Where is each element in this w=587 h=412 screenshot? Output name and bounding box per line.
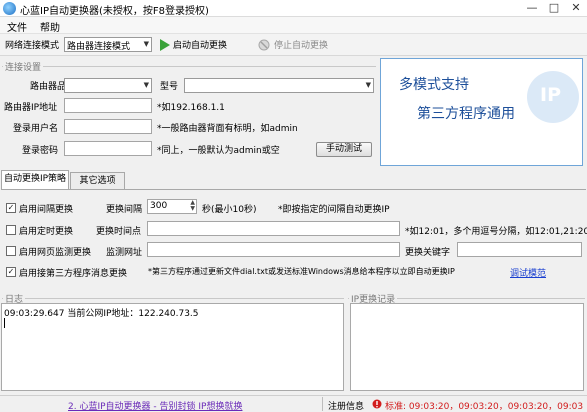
keyword-label: 更换关键字 (405, 248, 451, 258)
third-party-check-label: 启用接第三方程序消息更换 (19, 269, 128, 279)
log-line: 09:03:29.647 当前公网IP地址：122.240.73.5 (4, 309, 199, 319)
interval-value: 300 (150, 201, 168, 211)
web-monitor-checkbox[interactable] (6, 246, 16, 256)
timed-label: 更换时间点 (96, 227, 142, 237)
router-ip-input[interactable] (64, 98, 152, 113)
web-monitor-label: 监测网址 (106, 248, 143, 258)
start-button-label: 启动自动更换 (173, 41, 228, 51)
web-monitor-input[interactable] (147, 242, 400, 257)
timed-checkbox[interactable] (6, 225, 16, 235)
minimize-icon[interactable]: — (524, 1, 540, 15)
app-logo-icon (3, 2, 16, 15)
stop-button[interactable]: 停止自动更换 (258, 37, 338, 53)
example-link[interactable]: 调试模范 (510, 266, 546, 279)
ip-watermark-text: IP (540, 84, 561, 106)
title-bar: 心蓝IP自动更换器(未授权，按F8登录授权) — □ ✕ (0, 0, 587, 17)
timed-check-label: 启用定时更换 (19, 227, 74, 237)
ad-banner[interactable]: 多模式支持 第三方程序通用 IP (380, 58, 583, 166)
menu-file[interactable]: 文件 (7, 19, 27, 34)
status-bar: 2. 心蓝IP自动更换器 - 告别封锁 IP想换就换 注册信息 标准: 09:0… (0, 395, 587, 412)
connection-group-title: 连接设置 (3, 60, 44, 73)
text-caret (4, 318, 5, 328)
username-input[interactable] (64, 119, 152, 134)
info-icon (372, 399, 382, 409)
ip-records-list[interactable] (350, 303, 584, 391)
stop-button-label: 停止自动更换 (274, 41, 329, 51)
chevron-down-icon: ▼ (143, 81, 149, 89)
tab-divider (1, 189, 586, 190)
model-select[interactable]: ▼ (184, 78, 374, 93)
timed-hint: *如12:01，多个用逗号分隔，如12:01,21:20 (405, 227, 587, 237)
mode-label: 网络连接模式 (5, 41, 60, 51)
toolbar: 网络连接模式 路由器连接模式 ▼ 启动自动更换 停止自动更换 (0, 34, 587, 56)
router-ip-hint: *如192.168.1.1 (157, 103, 225, 113)
window-title: 心蓝IP自动更换器(未授权，按F8登录授权) (20, 6, 209, 17)
close-icon[interactable]: ✕ (568, 1, 584, 15)
password-input[interactable] (64, 141, 152, 156)
third-party-checkbox[interactable]: ✓ (6, 267, 16, 277)
web-monitor-check-label: 启用网页监测更换 (19, 248, 92, 258)
password-label: 登录密码 (22, 146, 59, 156)
status-divider (322, 397, 323, 411)
start-button[interactable]: 启动自动更换 (158, 37, 238, 53)
router-ip-label: 路由器IP地址 (4, 103, 58, 113)
play-icon (160, 39, 170, 51)
interval-hint: *即按指定的间隔自动更换IP (278, 205, 390, 215)
connection-group-border (2, 66, 376, 67)
brand-select[interactable]: ▼ (64, 78, 152, 93)
interval-unit: 秒(最小10秒) (202, 205, 257, 215)
status-info-text: 标准: 09:03:20，09:03:20，09:03:20，09:03:20 (385, 402, 583, 412)
interval-checkbox[interactable]: ✓ (6, 203, 16, 213)
third-party-hint: *第三方程序通过更新文件dial.txt或发送标准Windows消息给本程序以立… (148, 267, 455, 276)
log-group-border (2, 298, 344, 299)
tab-auto-strategy[interactable]: 自动更换IP策略 (1, 170, 69, 189)
promo-link[interactable]: 2. 心蓝IP自动更换器 - 告别封锁 IP想换就换 (68, 399, 242, 412)
keyword-input[interactable] (457, 242, 582, 257)
chevron-down-icon: ▼ (143, 40, 149, 48)
ad-line-1: 多模式支持 (399, 77, 469, 93)
model-label: 型号 (160, 82, 179, 92)
timed-input[interactable] (147, 221, 400, 236)
manual-test-button[interactable]: 手动测试 (316, 142, 372, 157)
username-hint: *一般路由器背面有标明，如admin (157, 124, 298, 134)
interval-input[interactable]: 300 ▲ ▼ (147, 199, 197, 214)
interval-label: 更换间隔 (106, 205, 143, 215)
chevron-down-icon: ▼ (365, 81, 371, 89)
password-hint: *同上，一般默认为admin或空 (157, 146, 280, 156)
ip-watermark-icon: IP (527, 71, 579, 123)
registration-label[interactable]: 注册信息 (328, 399, 364, 412)
username-label: 登录用户名 (13, 124, 59, 134)
mode-select-value: 路由器连接模式 (67, 42, 131, 52)
ad-line-2: 第三方程序通用 (417, 106, 515, 122)
maximize-icon[interactable]: □ (546, 1, 562, 15)
menu-help[interactable]: 帮助 (40, 19, 60, 34)
log-textarea[interactable]: 09:03:29.647 当前公网IP地址：122.240.73.5 (1, 303, 344, 391)
tab-other-options[interactable]: 其它选项 (70, 172, 125, 189)
interval-check-label: 启用间隔更换 (19, 205, 74, 215)
menu-bar: 文件 帮助 (0, 17, 587, 34)
spinner-arrows-icon[interactable]: ▲ ▼ (190, 200, 195, 212)
stop-icon (258, 39, 270, 51)
mode-select[interactable]: 路由器连接模式 ▼ (64, 37, 152, 52)
